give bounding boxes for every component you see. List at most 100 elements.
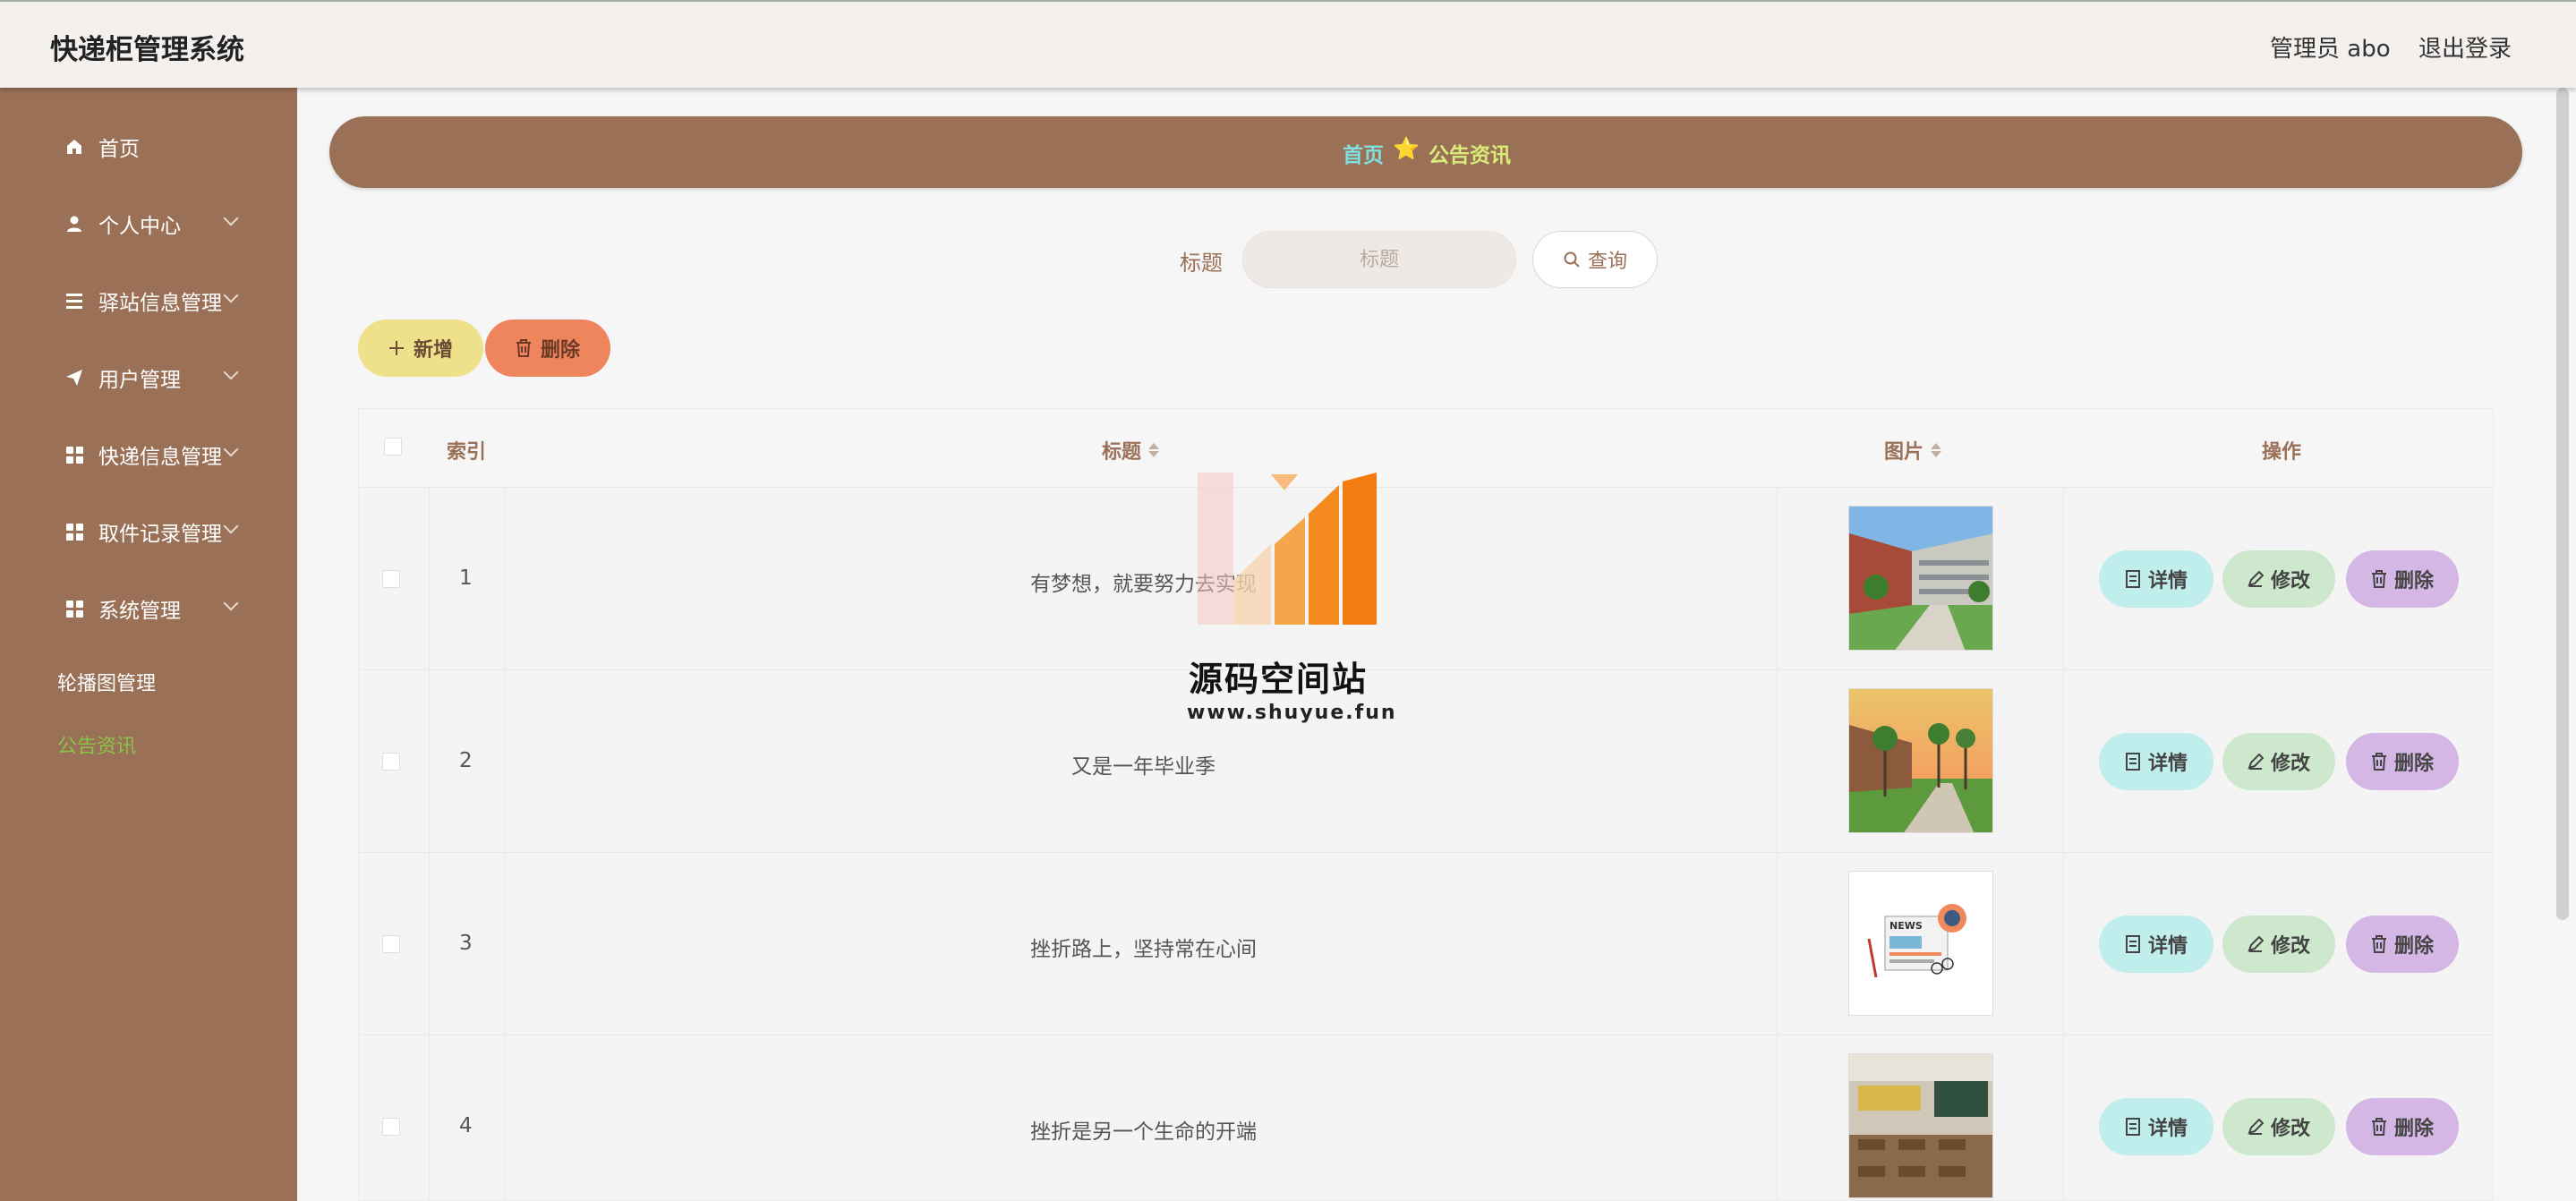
column-header-image-label: 图片 [1884, 441, 1924, 464]
row-index: 4 [459, 1114, 473, 1137]
breadcrumb-home-link[interactable]: 首页 [1343, 138, 1384, 168]
sidebar-item-user-management[interactable]: 用户管理 [0, 351, 297, 405]
row-checkbox[interactable] [382, 753, 400, 771]
column-header-actions: 操作 [2262, 441, 2302, 464]
sidebar-item-system-management[interactable]: 系统管理 [0, 582, 297, 635]
table-row: 1 有梦想，就要努力去实现 详情 修改 删除 [359, 488, 2493, 670]
user-icon [64, 214, 84, 234]
watermark-url: www.shuyue.fun [1187, 702, 1397, 724]
edit-button[interactable]: 修改 [2222, 916, 2335, 973]
chevron-down-icon [223, 364, 239, 380]
pencil-icon [2248, 1119, 2264, 1135]
delete-button[interactable]: 删除 [2346, 550, 2459, 608]
edit-button[interactable]: 修改 [2222, 1098, 2335, 1155]
chevron-down-icon [223, 210, 239, 226]
school-building-image [1848, 506, 1993, 651]
column-header-title[interactable]: 标题 [1102, 436, 1160, 464]
sidebar-subitem-announcements[interactable]: 公告资讯 [57, 730, 136, 759]
campus-sunset-image [1848, 688, 1993, 833]
chevron-down-icon [223, 441, 239, 457]
logout-link[interactable]: 退出登录 [2418, 30, 2512, 64]
sort-icon [1148, 443, 1160, 457]
chevron-down-icon [223, 287, 239, 303]
sidebar-item-label: 用户管理 [98, 369, 181, 392]
row-title: 挫折是另一个生命的开端 [1030, 1120, 1257, 1144]
column-header-image[interactable]: 图片 [1884, 436, 1942, 464]
detail-button-label: 详情 [2147, 570, 2188, 592]
column-header-index: 索引 [447, 441, 487, 464]
sidebar-item-label: 系统管理 [98, 600, 181, 623]
grid-icon [64, 445, 84, 464]
sidebar-item-home[interactable]: 首页 [0, 120, 297, 174]
select-all-checkbox[interactable] [384, 438, 402, 456]
grid-icon [64, 599, 84, 618]
delete-button[interactable]: 删除 [2346, 916, 2459, 973]
svg-text:NEWS: NEWS [1889, 920, 1923, 932]
row-checkbox[interactable] [382, 935, 400, 953]
trash-icon [2371, 935, 2386, 953]
delete-button[interactable]: 删除 [2346, 733, 2459, 790]
sidebar: 首页 个人中心 驿站信息管理 用户管理 快递信息管理 取件记录管理 系统管理 轮… [0, 88, 297, 1201]
search-icon [1564, 251, 1580, 268]
edit-button[interactable]: 修改 [2222, 733, 2335, 790]
table-row: 3 挫折路上，坚持常在心间 NEWS 详情 修改 删除 [359, 853, 2493, 1035]
detail-button-label: 详情 [2147, 935, 2188, 958]
delete-button[interactable]: 删除 [2346, 1098, 2459, 1155]
sidebar-item-personal-center[interactable]: 个人中心 [0, 197, 297, 251]
row-title: 又是一年毕业季 [1071, 755, 1215, 779]
sidebar-subitem-carousel[interactable]: 轮播图管理 [57, 668, 156, 696]
page-scrollbar[interactable] [2556, 88, 2569, 920]
row-index: 3 [459, 932, 473, 955]
sidebar-item-station-info[interactable]: 驿站信息管理 [0, 274, 297, 328]
pencil-icon [2248, 754, 2264, 770]
sidebar-item-label: 驿站信息管理 [98, 292, 222, 315]
detail-button[interactable]: 详情 [2099, 550, 2213, 608]
trash-icon [2371, 1118, 2386, 1136]
add-button[interactable]: 新增 [358, 319, 483, 377]
column-header-title-label: 标题 [1102, 441, 1142, 464]
list-icon [64, 291, 84, 311]
edit-button-label: 修改 [2270, 570, 2310, 592]
title-search-input[interactable] [1242, 231, 1516, 288]
delete-button-label: 删除 [2393, 570, 2434, 592]
row-title: 挫折路上，坚持常在心间 [1030, 938, 1257, 961]
detail-button[interactable]: 详情 [2099, 1098, 2213, 1155]
sidebar-item-label: 快递信息管理 [98, 446, 222, 469]
edit-button-label: 修改 [2270, 1118, 2310, 1140]
edit-button-label: 修改 [2270, 753, 2310, 775]
document-icon [2125, 935, 2140, 953]
sidebar-item-label: 取件记录管理 [98, 523, 222, 546]
classroom-image [1848, 1053, 1993, 1198]
announcements-table: 索引 标题 图片 操作 1 有梦想，就要努力去实现 详情 修改 删除 2 又是一… [358, 408, 2494, 1201]
document-icon [2125, 753, 2140, 771]
row-checkbox[interactable] [382, 570, 400, 588]
row-checkbox[interactable] [382, 1118, 400, 1136]
pencil-icon [2248, 936, 2264, 952]
table-row: 4 挫折是另一个生命的开端 详情 修改 删除 [359, 1035, 2493, 1200]
plus-icon [388, 341, 404, 355]
trash-icon [2371, 570, 2386, 588]
app-title: 快递柜管理系统 [50, 34, 244, 66]
breadcrumb: 首页 ⭐ 公告资讯 [329, 116, 2522, 188]
table-header: 索引 标题 图片 操作 [359, 409, 2493, 488]
star-icon: ⭐ [1393, 136, 1420, 161]
chevron-down-icon [223, 595, 239, 611]
add-button-label: 新增 [413, 339, 453, 362]
batch-delete-button[interactable]: 删除 [485, 319, 610, 377]
sidebar-item-express-info[interactable]: 快递信息管理 [0, 428, 297, 481]
trash-icon [2371, 753, 2386, 771]
search-button[interactable]: 查询 [1532, 231, 1658, 288]
detail-button[interactable]: 详情 [2099, 916, 2213, 973]
sidebar-item-label: 个人中心 [98, 215, 181, 238]
edit-button[interactable]: 修改 [2222, 550, 2335, 608]
sort-icon [1931, 443, 1942, 457]
delete-button-label: 删除 [2393, 1118, 2434, 1140]
sidebar-item-label: 首页 [98, 138, 140, 161]
table-row: 2 又是一年毕业季 详情 修改 删除 [359, 670, 2493, 853]
row-index: 1 [459, 566, 473, 590]
top-bar: 快递柜管理系统 管理员 abo 退出登录 [0, 0, 2576, 88]
sidebar-item-pickup-records[interactable]: 取件记录管理 [0, 505, 297, 558]
detail-button[interactable]: 详情 [2099, 733, 2213, 790]
chevron-down-icon [223, 518, 239, 534]
document-icon [2125, 1118, 2140, 1136]
